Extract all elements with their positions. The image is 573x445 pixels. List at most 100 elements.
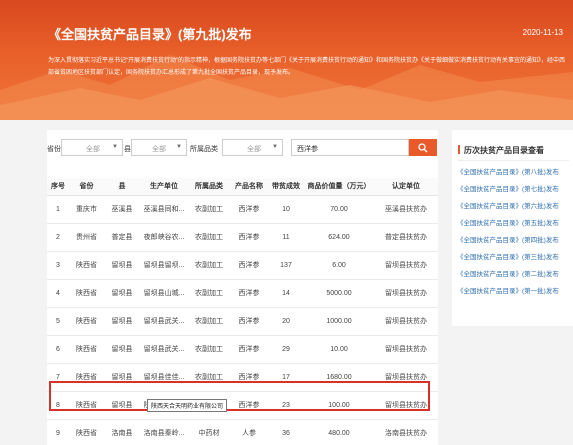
col-header: 带贫成效: [268, 178, 304, 196]
province-cell: 陕西省: [69, 419, 104, 445]
row-index-cell: 9: [47, 419, 69, 445]
col-header: 认定单位: [374, 178, 438, 196]
product-name-cell: 西洋参: [230, 279, 268, 308]
producer-cell: 留坝县山城...: [140, 279, 188, 308]
category-cell: 农副加工: [188, 195, 230, 224]
county-cell: 洛南县: [104, 419, 140, 445]
products-table: 序号 省份 县 生产单位 所属品类 产品名称 带贫成效 商品价值量（万元） 认定…: [47, 178, 438, 445]
sidebar-title-text: 历次扶贫产品目录查看: [464, 146, 544, 155]
table-row[interactable]: 9 陕西省 洛南县 洛南县秦岭... 中药材 人参 36 480.00 洛南县扶贫办: [47, 419, 438, 445]
value-amount-cell: 5000.00: [304, 279, 374, 308]
county-cell: 留坝县: [104, 335, 140, 364]
product-name-cell: 西洋参: [230, 363, 268, 392]
certifying-unit-cell: 巫溪县扶贫办: [374, 195, 438, 224]
history-link[interactable]: 《全国扶贫产品目录》(第七批)发布: [457, 181, 559, 198]
row-index-cell: 7: [47, 363, 69, 392]
history-link[interactable]: 《全国扶贫产品目录》(第三批)发布: [457, 249, 559, 266]
product-name-cell: 西洋参: [230, 223, 268, 252]
history-sidebar: 历次扶贫产品目录查看 《全国扶贫产品目录》(第八批)发布 《全国扶贫产品目录》(…: [452, 130, 573, 326]
product-name-cell: 西洋参: [230, 195, 268, 224]
filter-bar: 省份 全部 ▼ 县 全部 ▼ 所属品类 全部 ▼ 西洋参: [47, 138, 438, 160]
producer-cell: 留坝县佳佳...: [140, 363, 188, 392]
certifying-unit-cell: 留坝县扶贫办: [374, 363, 438, 392]
province-select-value: 全部: [86, 146, 100, 153]
category-cell: 农副加工: [188, 223, 230, 252]
province-label: 省份: [47, 146, 61, 153]
value-amount-cell: 100.00: [304, 391, 374, 420]
producer-cell: 夜郎峡谷农...: [140, 223, 188, 252]
table-row[interactable]: 6 陕西省 留坝县 留坝县武关... 农副加工 西洋参 29 10.00 留坝县扶贫办: [47, 335, 438, 364]
producer-cell: 留坝县武关...: [140, 335, 188, 364]
producer-cell: 留坝县留坝...: [140, 251, 188, 280]
certifying-unit-cell: 洛南县扶贫办: [374, 419, 438, 445]
county-cell: 留坝县: [104, 391, 140, 420]
history-link[interactable]: 《全国扶贫产品目录》(第二批)发布: [457, 266, 559, 283]
product-name-cell: 西洋参: [230, 307, 268, 336]
poverty-impact-cell: 29: [268, 335, 304, 364]
poverty-impact-cell: 36: [268, 419, 304, 445]
county-cell: 普定县: [104, 223, 140, 252]
poverty-impact-cell: 11: [268, 223, 304, 252]
province-select[interactable]: 全部 ▼: [61, 139, 123, 156]
poverty-impact-cell: 10: [268, 195, 304, 224]
product-name-cell: 西洋参: [230, 391, 268, 420]
certifying-unit-cell: 留坝县扶贫办: [374, 335, 438, 364]
category-cell: 中药材: [188, 419, 230, 445]
county-select-value: 全部: [152, 146, 166, 153]
certifying-unit-cell: 留坝县扶贫办: [374, 279, 438, 308]
history-link[interactable]: 《全国扶贫产品目录》(第八批)发布: [457, 164, 559, 181]
product-name-cell: 人参: [230, 419, 268, 445]
accent-bar: [458, 145, 460, 154]
table-row[interactable]: 7 陕西省 留坝县 留坝县佳佳... 农副加工 西洋参 17 1680.00 留坝县扶贫办: [47, 363, 438, 392]
county-select[interactable]: 全部 ▼: [131, 139, 187, 156]
history-link[interactable]: 《全国扶贫产品目录》(第四批)发布: [457, 232, 559, 249]
history-link[interactable]: 《全国扶贫产品目录》(第五批)发布: [457, 215, 559, 232]
county-cell: 留坝县: [104, 251, 140, 280]
category-label: 所属品类: [190, 146, 218, 153]
divider: [458, 160, 569, 161]
table-row[interactable]: 8陕西省留坝县陕西天合天...农副加工西洋参23100.00留坝县扶贫办: [47, 391, 438, 420]
col-header: 省份: [69, 178, 104, 196]
history-link[interactable]: 《全国扶贫产品目录》(第一批)发布: [457, 283, 559, 300]
search-button[interactable]: [409, 139, 437, 156]
search-input[interactable]: 西洋参: [291, 139, 409, 156]
col-header: 生产单位: [140, 178, 188, 196]
category-cell: 农副加工: [188, 335, 230, 364]
certifying-unit-cell: 普定县扶贫办: [374, 223, 438, 252]
table-row[interactable]: 1 重庆市 巫溪县 巫溪县同和... 农副加工 西洋参 10 70.00 巫溪县扶贫办: [47, 195, 438, 224]
table-row[interactable]: 2 贵州省 普定县 夜郎峡谷农... 农副加工 西洋参 11 624.00 普定县扶贫办: [47, 223, 438, 252]
table-row[interactable]: 4 陕西省 留坝县 留坝县山城... 农副加工 西洋参 14 5000.00 留坝县扶贫办: [47, 279, 438, 308]
county-cell: 巫溪县: [104, 195, 140, 224]
page-title: 《全国扶贫产品目录》(第九批)发布: [48, 27, 252, 42]
chevron-down-icon: ▼: [176, 144, 182, 150]
certifying-unit-cell: 留坝县扶贫办: [374, 391, 438, 420]
results-panel: 省份 全部 ▼ 县 全部 ▼ 所属品类 全部 ▼ 西洋参 序号 省份 县 生产单…: [47, 130, 438, 445]
province-cell: 陕西省: [69, 279, 104, 308]
history-link[interactable]: 《全国扶贫产品目录》(第六批)发布: [457, 198, 559, 215]
province-cell: 陕西省: [69, 363, 104, 392]
province-cell: 陕西省: [69, 335, 104, 364]
province-cell: 陕西省: [69, 391, 104, 420]
value-amount-cell: 1000.00: [304, 307, 374, 336]
tooltip: 陕西天合天明药业有限公司: [147, 399, 228, 412]
row-index-cell: 2: [47, 223, 69, 252]
header-banner: 《全国扶贫产品目录》(第九批)发布 2020-11-13 为深入贯彻落实习近平总…: [0, 0, 573, 120]
chevron-down-icon: ▼: [272, 144, 278, 150]
value-amount-cell: 624.00: [304, 223, 374, 252]
value-amount-cell: 480.00: [304, 419, 374, 445]
table-row[interactable]: 5 陕西省 留坝县 留坝县武关... 农副加工 西洋参 20 1000.00 留坝县扶贫办: [47, 307, 438, 336]
product-name-cell: 西洋参: [230, 335, 268, 364]
col-header: 县: [104, 178, 140, 196]
category-select[interactable]: 全部 ▼: [222, 139, 283, 156]
table-row[interactable]: 3 陕西省 留坝县 留坝县留坝... 农副加工 西洋参 137 6.00 留坝县扶贫办: [47, 251, 438, 280]
poverty-impact-cell: 23: [268, 391, 304, 420]
table-header-row: 序号 省份 县 生产单位 所属品类 产品名称 带贫成效 商品价值量（万元） 认定…: [47, 178, 438, 196]
category-select-value: 全部: [247, 146, 261, 153]
banner-description: 为深入贯彻落实习近平总书记“开展消费扶贫行动”的指示精神，根据国务院扶贫办等七部…: [48, 58, 566, 76]
producer-cell: 洛南县秦岭...: [140, 419, 188, 445]
value-amount-cell: 6.00: [304, 251, 374, 280]
county-cell: 留坝县: [104, 307, 140, 336]
province-cell: 陕西省: [69, 307, 104, 336]
poverty-impact-cell: 20: [268, 307, 304, 336]
province-cell: 贵州省: [69, 223, 104, 252]
